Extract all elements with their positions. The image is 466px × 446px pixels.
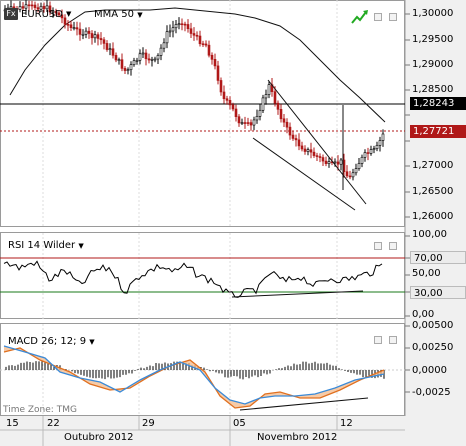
maximize-icon[interactable]	[389, 242, 397, 250]
price-tick-label: 1,30000	[412, 8, 454, 19]
indicator-label[interactable]: MMA 50 ▼	[94, 9, 143, 20]
rsi-tick-50: 50,00	[412, 268, 441, 279]
rsi-lower-tag: 30,00	[410, 286, 466, 299]
fx-icon: Fx	[4, 8, 18, 20]
dropdown-caret-icon[interactable]: ▼	[137, 11, 142, 19]
minimize-icon[interactable]	[374, 242, 382, 250]
symbol-label: EURUSD	[21, 8, 63, 20]
day-label: 12	[340, 418, 353, 429]
dropdown-caret-icon[interactable]: ▼	[78, 242, 83, 250]
chart-surface[interactable]	[0, 0, 466, 446]
level-price-tag: 1,28243	[410, 97, 466, 110]
price-tick-label: 1,27000	[412, 160, 454, 171]
symbol-selector[interactable]: Fx EURUSD ▼	[4, 8, 71, 20]
day-label: 29	[142, 418, 155, 429]
maximize-icon[interactable]	[389, 336, 397, 344]
minimize-icon[interactable]	[374, 13, 382, 21]
price-tick-label: 1,29000	[412, 59, 454, 70]
month-label: Outubro 2012	[64, 432, 134, 443]
macd-tick-2: 0,00250	[412, 342, 454, 353]
macd-tick-3: 0,0000	[412, 365, 447, 376]
price-tick-label: 1,26500	[412, 186, 454, 197]
minimize-icon[interactable]	[374, 336, 382, 344]
macd-tick-4: -0,0025	[412, 387, 451, 398]
macd-tick-1: 0,00500	[412, 320, 454, 331]
main-panel-frame	[0, 0, 405, 227]
timezone-label: Time Zone: TMG	[3, 405, 77, 415]
maximize-icon[interactable]	[389, 13, 397, 21]
day-label: 22	[47, 418, 60, 429]
rsi-title[interactable]: RSI 14 Wilder ▼	[8, 240, 84, 251]
day-label: 15	[6, 418, 19, 429]
macd-title[interactable]: MACD 26; 12; 9 ▼	[8, 336, 95, 347]
day-label: 05	[233, 418, 246, 429]
rsi-upper-tag: 70,00	[410, 251, 466, 264]
dropdown-caret-icon[interactable]: ▼	[66, 10, 71, 18]
price-tick-label: 1,28500	[412, 84, 454, 95]
price-tick-label: 1,26000	[412, 211, 454, 222]
dropdown-caret-icon[interactable]: ▼	[89, 338, 94, 346]
month-label: Novembro 2012	[257, 432, 338, 443]
current-price-tag: 1,27721	[410, 125, 466, 138]
price-tick-label: 1,29500	[412, 34, 454, 45]
rsi-tick-100: 100,00	[412, 229, 447, 240]
rsi-tick-0: 0,00	[412, 309, 435, 320]
